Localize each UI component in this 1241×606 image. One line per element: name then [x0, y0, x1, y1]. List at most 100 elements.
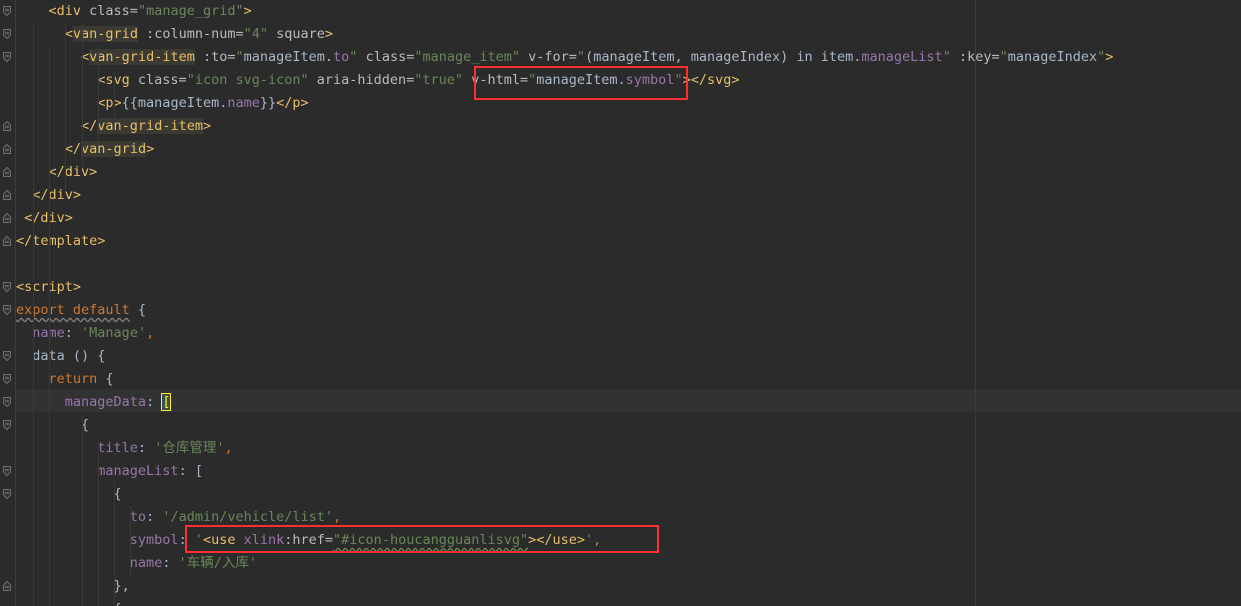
- code-line[interactable]: name: 'Manage',: [16, 322, 154, 345]
- code-editor[interactable]: <div class="manage_grid"> <van-grid :col…: [0, 0, 1241, 606]
- code-token: manageData: [64, 394, 147, 410]
- code-token: title: [97, 440, 138, 456]
- indent-guide: [130, 506, 131, 576]
- code-token: manageIndex: [1007, 49, 1098, 65]
- code-token: "4": [243, 26, 269, 42]
- fold-end-icon[interactable]: [2, 166, 12, 178]
- code-token: [: [161, 393, 172, 411]
- code-line[interactable]: </van-grid>: [16, 138, 154, 161]
- indent-guide: [33, 23, 34, 606]
- code-token: }}: [259, 95, 277, 111]
- fold-collapse-icon[interactable]: [2, 51, 12, 63]
- fold-end-icon[interactable]: [2, 235, 12, 247]
- code-token: {: [97, 371, 114, 387]
- code-token: "icon svg-icon": [186, 72, 309, 88]
- fold-collapse-icon[interactable]: [2, 396, 12, 408]
- code-token: >: [202, 118, 212, 134]
- fold-end-icon[interactable]: [2, 120, 12, 132]
- indent-guide: [65, 23, 66, 190]
- code-token: return: [48, 371, 98, 387]
- code-token: aria-hidden=: [308, 72, 415, 88]
- editor-gutter[interactable]: [0, 0, 16, 606]
- code-token: to: [129, 509, 147, 525]
- code-token: van-grid-item: [89, 49, 195, 65]
- fold-end-icon[interactable]: [2, 580, 12, 592]
- code-line[interactable]: </div>: [16, 161, 98, 184]
- code-token: >: [1105, 49, 1114, 65]
- code-token: <div: [48, 3, 90, 19]
- indent-guide: [98, 46, 99, 144]
- fold-collapse-icon[interactable]: [2, 488, 12, 500]
- code-line[interactable]: {: [16, 598, 122, 606]
- code-token: {: [129, 302, 147, 318]
- fold-end-icon[interactable]: [2, 212, 12, 224]
- code-token: name: [129, 555, 163, 571]
- fold-collapse-icon[interactable]: [2, 304, 12, 316]
- fold-collapse-icon[interactable]: [2, 281, 12, 293]
- code-line[interactable]: </template>: [16, 230, 105, 253]
- code-token: ": [576, 49, 586, 65]
- code-token: square: [268, 26, 325, 42]
- code-token: : [: [178, 463, 203, 479]
- code-token: {: [16, 417, 90, 433]
- fold-collapse-icon[interactable]: [2, 419, 12, 431]
- fold-collapse-icon[interactable]: [2, 373, 12, 385]
- code-token: :: [146, 394, 163, 410]
- code-token: '/admin/vehicle/list': [162, 509, 334, 525]
- code-line[interactable]: <div class="manage_grid">: [16, 0, 252, 23]
- fold-end-icon[interactable]: [2, 189, 12, 201]
- fold-collapse-icon[interactable]: [2, 465, 12, 477]
- code-line[interactable]: return {: [16, 368, 114, 391]
- code-token: >: [146, 141, 155, 157]
- code-token: ,: [333, 509, 342, 525]
- indent-guide: [49, 46, 50, 606]
- code-token: to: [333, 49, 350, 65]
- code-token: manageItem.: [243, 49, 334, 65]
- code-token: </div>: [48, 164, 98, 180]
- code-token: <p>: [97, 95, 122, 111]
- code-token: class=: [137, 72, 187, 88]
- code-token: :: [137, 440, 155, 456]
- code-line[interactable]: </div>: [16, 207, 73, 230]
- code-line[interactable]: {: [16, 483, 122, 506]
- code-line[interactable]: export default {: [16, 299, 146, 322]
- indent-guide: [114, 69, 115, 121]
- indent-guide: [98, 437, 99, 606]
- code-line[interactable]: {: [16, 414, 89, 437]
- code-line[interactable]: <van-grid :column-num="4" square>: [16, 23, 333, 46]
- code-token: ></svg>: [682, 72, 740, 88]
- code-token: <svg: [97, 72, 138, 88]
- code-token: "true": [414, 72, 464, 88]
- code-token: '仓库管理': [154, 440, 225, 456]
- code-token: :: [146, 509, 163, 525]
- fold-end-icon[interactable]: [2, 143, 12, 155]
- code-token: >: [324, 26, 334, 42]
- code-token: {{manageItem.: [121, 95, 228, 111]
- fold-collapse-icon[interactable]: [2, 5, 12, 17]
- code-token: </: [64, 141, 82, 157]
- code-token: manageList: [861, 49, 943, 65]
- code-token: van-grid: [81, 141, 147, 157]
- code-line[interactable]: name: '车辆/入库': [16, 552, 257, 575]
- code-token: "manage_item": [414, 49, 521, 65]
- code-line[interactable]: data () {: [16, 345, 105, 368]
- code-token: :: [64, 325, 82, 341]
- fold-collapse-icon[interactable]: [2, 28, 12, 40]
- code-line[interactable]: manageList: [: [16, 460, 203, 483]
- code-token: ": [235, 49, 244, 65]
- code-token: manageList: [97, 463, 179, 479]
- code-token: {: [16, 486, 122, 502]
- code-token: v-for=: [520, 49, 577, 65]
- code-line[interactable]: <p>{{manageItem.name}}</p>: [16, 92, 308, 115]
- fold-collapse-icon[interactable]: [2, 350, 12, 362]
- code-line[interactable]: manageData: [: [16, 391, 172, 414]
